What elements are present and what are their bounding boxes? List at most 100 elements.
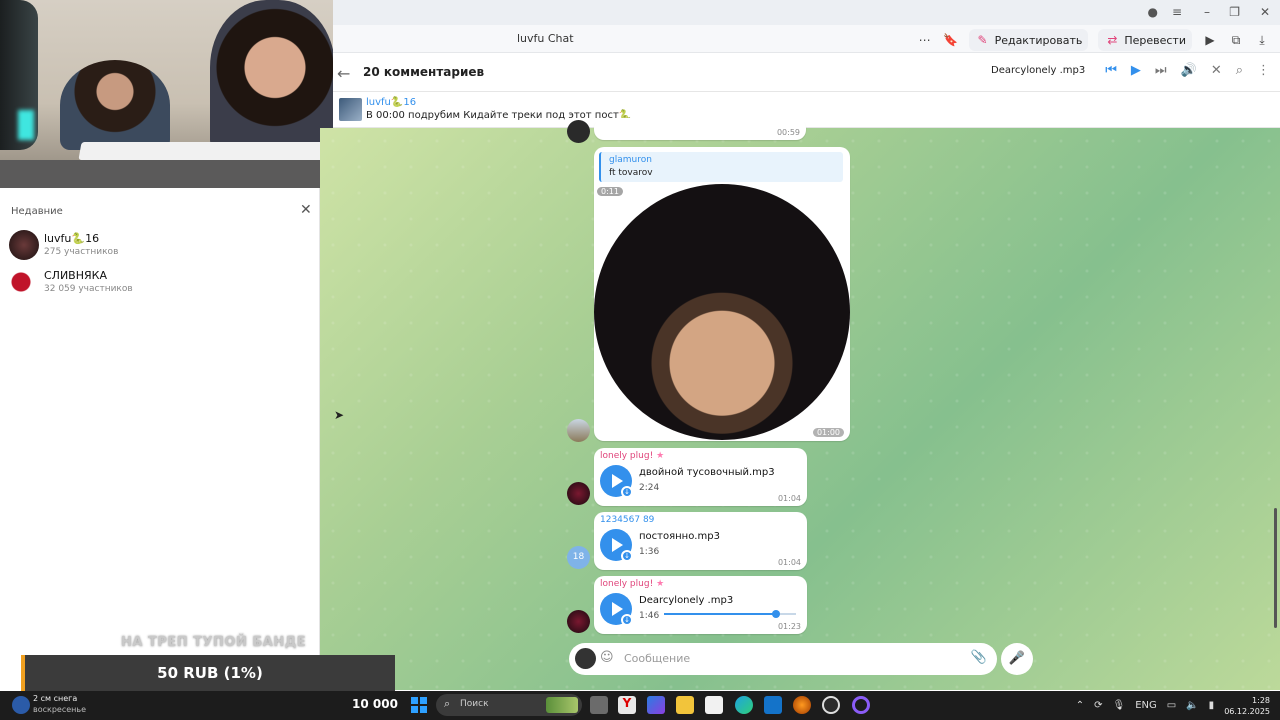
desk [0,160,333,188]
weather-line2: воскресенье [33,705,87,714]
language-indicator[interactable]: ENG [1135,700,1157,711]
play-button[interactable]: ↓ [600,529,633,562]
search-highlight-image [546,697,578,713]
recent-item-name: luvfu🐍16 [44,232,100,245]
edit-button[interactable]: ✎ Редактировать [968,29,1089,51]
volume-icon[interactable]: 🔊 [1181,63,1197,78]
previous-track-icon[interactable]: ⏮ [1105,63,1117,78]
download-icon[interactable]: ↓ [621,614,633,626]
back-arrow-icon[interactable]: ← [337,64,350,83]
video-message-bubble[interactable]: glamuron ft tovarov 0:11 01:00 [594,147,850,441]
sync-icon[interactable]: ⟳ [1094,700,1102,711]
attach-icon[interactable]: 📎 [971,650,987,665]
play-button[interactable]: ↓ [600,593,633,626]
battery-icon[interactable]: ▮ [1209,700,1215,711]
close-icon[interactable]: ✕ [300,202,312,218]
audio-file-name: постоянно.mp3 [639,531,720,542]
mic-tray-icon[interactable]: 🎙 [1113,700,1126,711]
play-button[interactable]: ↓ [600,465,633,498]
avatar [9,230,39,260]
more-icon[interactable]: ⋯ [917,32,933,48]
scrollbar[interactable] [1274,508,1277,628]
downloads-icon[interactable]: ⤓ [1254,32,1270,48]
close-player-icon[interactable]: ✕ [1211,63,1222,78]
minimize-icon[interactable]: – [1204,5,1210,19]
microphone-button[interactable]: 🎤 [1001,643,1033,675]
menu-icon[interactable]: ≡ [1172,5,1182,19]
recent-item-members: 32 059 участников [44,284,133,294]
bookmark-icon[interactable]: 🔖 [943,32,959,48]
player-track-name[interactable]: Dearcylonely .mp3 [991,65,1085,76]
audio-duration: 1:36 [639,547,660,557]
audio-file-name: двойной тусовочный.mp3 [639,467,775,478]
outlook-icon[interactable] [764,696,782,714]
message-time: 01:23 [777,622,801,631]
message-time: 00:59 [776,128,800,137]
recent-item[interactable]: СЛИВНЯКА 32 059 участников [9,267,309,299]
windows-start-icon[interactable] [411,697,427,713]
stream-counter: 10 000 [352,697,398,711]
round-video[interactable] [594,184,850,440]
cursor-icon: ➤ [334,408,345,422]
store-icon[interactable] [705,696,723,714]
volume-tray-icon[interactable]: 🔈 [1186,700,1198,711]
obs-icon[interactable] [852,696,870,714]
edge-icon[interactable] [735,696,753,714]
reply-quote[interactable]: glamuron ft tovarov [599,152,843,182]
message-composer[interactable]: ☺ Сообщение 📎 [569,643,997,675]
app-icon[interactable] [793,696,811,714]
message-bubble[interactable]: 00:59 [594,118,806,140]
download-icon[interactable]: ↓ [621,550,633,562]
restore-icon[interactable]: ❐ [1229,5,1240,19]
taskbar-search[interactable]: ⌕ Поиск [436,694,582,716]
chat-header: ← 20 комментариев Dearcylonely .mp3 ⏮ ▶ … [333,54,1280,92]
chat-title: 20 комментариев [363,65,485,79]
app-icon[interactable] [822,696,840,714]
task-view-icon[interactable] [590,696,608,714]
message-time: 01:00 [812,428,844,437]
tab-title[interactable]: luvfu Chat [517,32,574,45]
search-icon[interactable]: ⌕ [1236,63,1243,78]
pencil-icon: ✎ [977,33,988,47]
clock[interactable]: 1:28 06.12.2025 [1224,695,1270,717]
media-icon[interactable]: ▶ [1202,32,1218,48]
chevron-up-icon[interactable]: ⌃ [1076,700,1084,711]
clock-date: 06.12.2025 [1224,706,1270,716]
audio-player: Dearcylonely .mp3 ⏮ ▶ ⏭ 🔊 ✕ ⌕ ⋮ [991,63,1270,78]
audio-progress-slider[interactable] [664,610,796,618]
audio-message-bubble[interactable]: lonely plug! ★ ↓ Dearcylonely .mp3 1:46 … [594,576,807,634]
pinned-message[interactable]: luvfu🐍16 В 00:00 подрубим Кидайте треки … [333,93,1280,128]
clock-time: 1:28 [1252,695,1270,705]
translate-label: Перевести [1124,33,1186,47]
play-icon[interactable]: ▶ [1131,63,1141,78]
extensions-icon[interactable]: ⧉ [1228,32,1244,48]
yandex-browser-icon[interactable]: Y [618,696,636,714]
donation-bar: 50 RUB (1%) [21,655,395,691]
app-icon[interactable] [647,696,665,714]
audio-message-bubble[interactable]: lonely plug! ★ ↓ двойной тусовочный.mp3 … [594,448,807,506]
avatar[interactable] [567,419,590,442]
translate-button[interactable]: ⇄ Перевести [1098,29,1192,51]
file-explorer-icon[interactable] [676,696,694,714]
window-close-icon[interactable]: ✕ [1260,5,1270,19]
message-input[interactable]: Сообщение [624,652,690,665]
avatar [9,267,39,297]
taskbar: 2 см снега воскресенье 10 000 ⌕ Поиск Y … [0,691,1280,720]
emoji-icon[interactable]: ☺ [600,650,614,665]
audio-message-bubble[interactable]: 1234567 89 ↓ постоянно.mp3 1:36 01:04 [594,512,807,570]
sender-avatar[interactable] [575,648,596,669]
message-time: 01:04 [777,494,801,503]
avatar[interactable] [567,120,590,143]
download-icon[interactable]: ↓ [621,486,633,498]
recent-item[interactable]: luvfu🐍16 275 участников [9,230,309,262]
avatar[interactable] [567,482,590,505]
monitor-icon[interactable]: ▭ [1167,700,1176,711]
avatar[interactable]: 18 [567,546,590,569]
more-vertical-icon[interactable]: ⋮ [1257,63,1270,78]
pinned-author: luvfu🐍16 [366,97,417,108]
progress-knob[interactable] [772,610,781,618]
profile-icon[interactable]: ● [1148,5,1158,19]
search-icon: ⌕ [444,697,451,710]
avatar[interactable] [567,610,590,633]
next-track-icon[interactable]: ⏭ [1155,63,1167,78]
